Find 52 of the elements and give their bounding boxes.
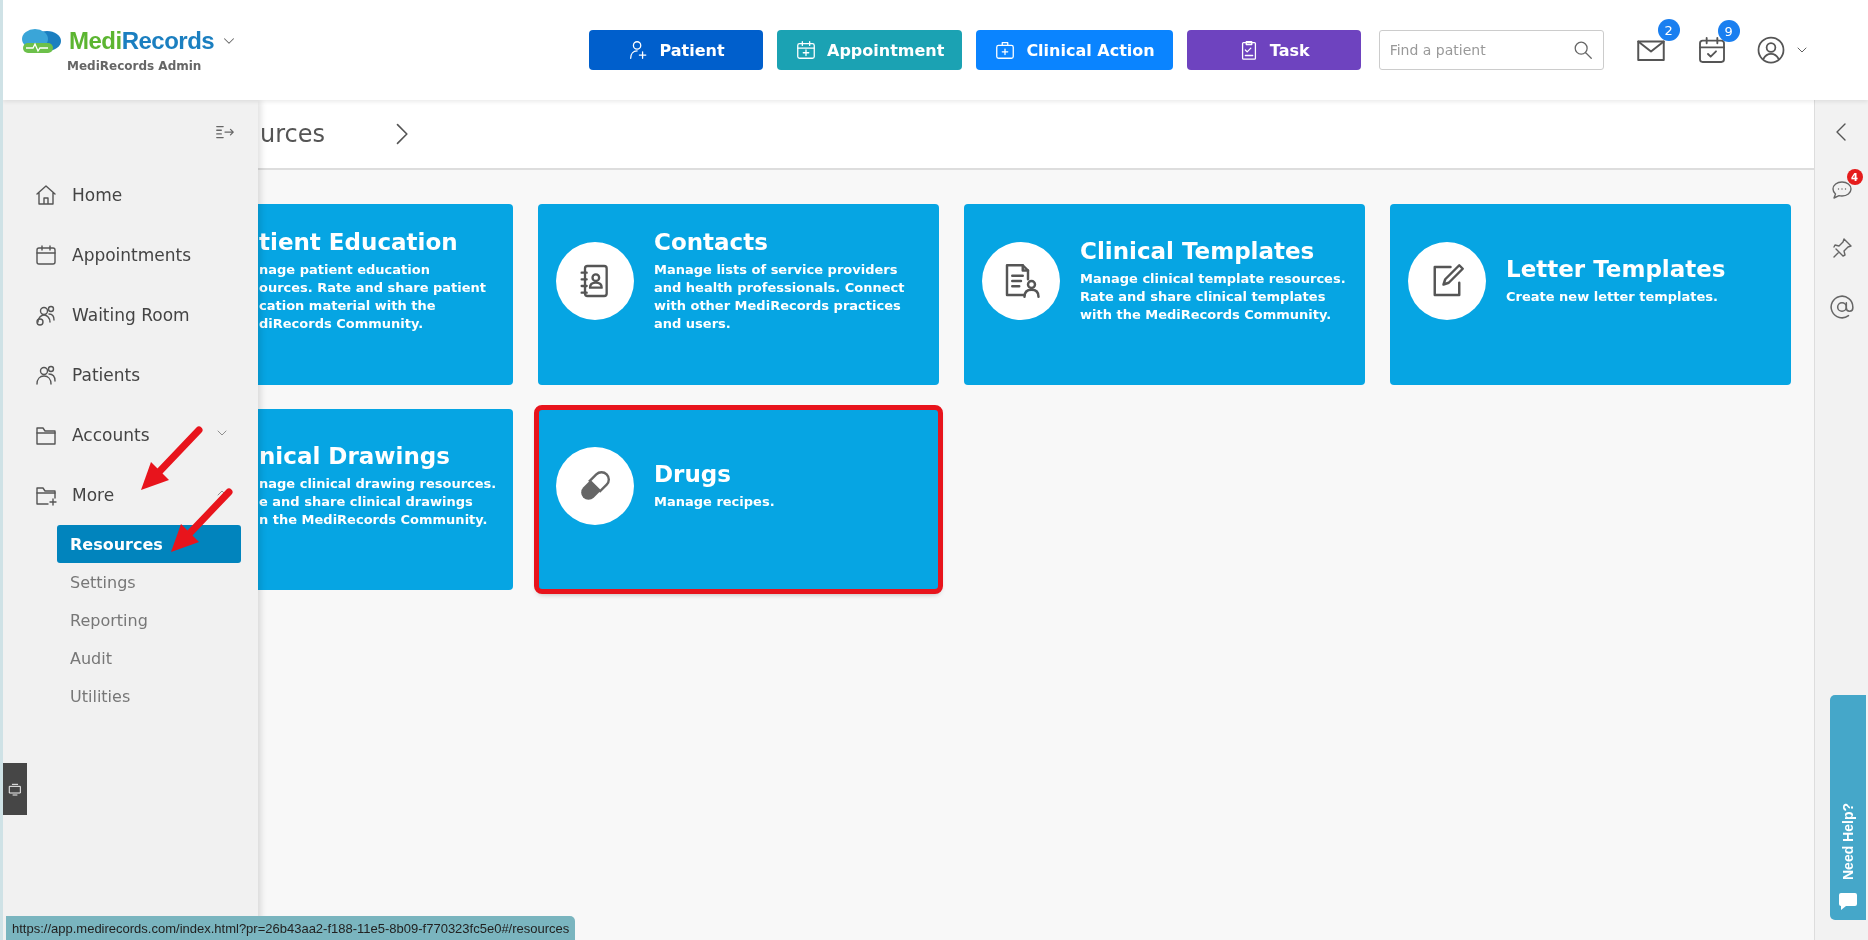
resource-card[interactable]: nical Drawings nage clinical drawing resources. e and share clinical drawings n the MediRecords Community.	[256, 409, 513, 590]
status-url: https://app.medirecords.com/index.html?pr=26b43aa2-f188-11e5-8b09-f770323fc5e0#/resources	[6, 916, 576, 940]
notification-badge: 4	[1846, 169, 1863, 185]
nav-item[interactable]: More	[3, 465, 258, 525]
submenu-item[interactable]: Settings	[57, 563, 241, 601]
dock-tab[interactable]	[3, 763, 27, 815]
user-avatar-icon	[1755, 35, 1786, 65]
nav-item[interactable]: Home	[3, 165, 258, 225]
notification-badge: 2	[1657, 19, 1680, 41]
card-title: Clinical Templates	[1080, 237, 1316, 264]
resource-card[interactable]: Contacts Manage lists of service providers and health professionals. Connect with other MediRecords practices and users.	[538, 204, 939, 385]
action-button[interactable]: Clinical Action	[976, 30, 1173, 70]
action-button[interactable]: Appointment	[777, 30, 963, 70]
resource-card[interactable]: Clinical Templates Manage clinical template resources. Rate and share clinical templates with the MediRecords Community.	[964, 204, 1365, 385]
card-description: Manage recipes.	[654, 492, 775, 511]
nav-item[interactable]: Accounts	[3, 405, 258, 465]
resource-card[interactable]: tient Education nage patient education ources. Rate and share patient cation material with the diRecords Community.	[256, 204, 513, 385]
card-title: Contacts	[654, 228, 769, 255]
search-field[interactable]: Find a patient	[1378, 30, 1604, 70]
submenu-item[interactable]: Resources	[57, 525, 241, 563]
card-description: nage patient education ources. Rate and share patient cation material with the diRecords Community.	[259, 260, 487, 333]
submenu-item[interactable]: Audit	[57, 639, 241, 677]
card-title: Drugs	[654, 460, 732, 487]
monitor-icon	[7, 781, 23, 797]
card-description: Manage clinical template resources. Rate and share clinical templates with the MediRecords Community.	[1080, 269, 1346, 324]
account-name: MediRecords Admin	[67, 59, 203, 73]
calendar-icon	[34, 243, 58, 267]
people-icon	[34, 363, 58, 387]
card-description: Create new letter templates.	[1506, 287, 1719, 306]
action-button[interactable]: Patient	[589, 30, 763, 70]
nav-item[interactable]: Waiting Room	[3, 285, 258, 345]
action-button[interactable]: Task	[1186, 30, 1361, 70]
submenu-item[interactable]: Reporting	[57, 601, 241, 639]
card-title: Letter Templates	[1506, 255, 1726, 282]
people-clock-icon	[34, 303, 58, 327]
page-title: urces	[260, 120, 325, 148]
nav-item[interactable]: Appointments	[3, 225, 258, 285]
speech-bubble-icon	[1837, 890, 1859, 912]
calendar-plus-icon	[795, 39, 817, 61]
submenu-item[interactable]: Utilities	[57, 677, 241, 715]
card-description: nage clinical drawing resources. e and share clinical drawings n the MediRecords Community.	[259, 474, 497, 529]
card-title: tient Education	[259, 228, 459, 255]
medical-kit-icon	[994, 39, 1017, 61]
card-title: nical Drawings	[259, 442, 451, 469]
notification-badge: 9	[1717, 20, 1740, 42]
need-help-tab[interactable]: Need Help?	[1830, 695, 1866, 920]
home-icon	[34, 183, 58, 207]
nav-item[interactable]: Patients	[3, 345, 258, 405]
resource-card[interactable]: Letter Templates Create new letter templates.	[1390, 204, 1791, 385]
brand-name: MediRecords	[69, 27, 215, 55]
at-sign-icon	[1828, 294, 1855, 320]
card-description: Manage lists of service providers and health professionals. Connect with other MediRecords practices and users.	[654, 260, 905, 333]
